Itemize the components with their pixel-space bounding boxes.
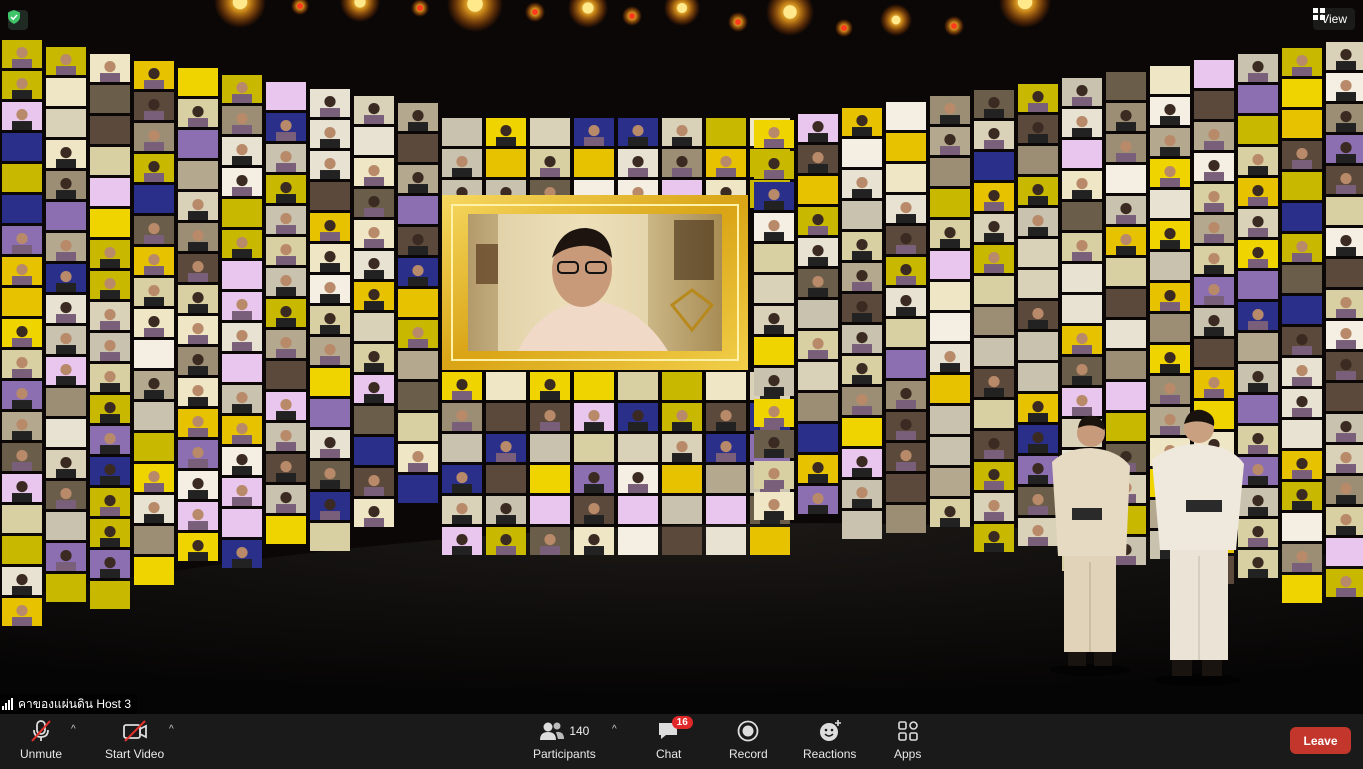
reactions-button[interactable]: Reactions (803, 718, 856, 761)
video-off-icon (122, 720, 147, 742)
participants-label: Participants (533, 747, 596, 761)
start-video-button[interactable]: Start Video (105, 718, 164, 761)
speaker-name: คาของแผ่นดิน Host 3 (18, 696, 132, 711)
meeting-toolbar: Unmute ^ Start Video ^ 140 Participants … (0, 714, 1363, 769)
leave-button[interactable]: Leave (1290, 727, 1351, 754)
participants-count: 140 (569, 724, 590, 738)
security-shield-icon[interactable] (8, 10, 28, 30)
signal-icon (2, 698, 13, 710)
record-label: Record (729, 747, 768, 761)
reactions-icon (819, 720, 841, 741)
view-grid-icon (1313, 8, 1326, 20)
video-options-caret[interactable]: ^ (169, 724, 174, 735)
chat-badge: 16 (671, 716, 693, 729)
shield-icon (8, 10, 20, 24)
apps-button[interactable]: Apps (894, 718, 921, 761)
speaker-name-tag: คาของแผ่นดิน Host 3 (0, 694, 138, 714)
unmute-label: Unmute (20, 747, 63, 761)
participants-button[interactable]: 140 Participants (533, 718, 596, 761)
apps-icon (897, 721, 918, 741)
main-speaker-frame (442, 195, 748, 370)
virtual-hall-scene (0, 0, 1363, 714)
view-button[interactable]: View (1313, 8, 1355, 30)
start-video-label: Start Video (105, 747, 165, 761)
chat-button[interactable]: 16 Chat (656, 716, 693, 761)
video-stage: View คาของแผ่นดิน Host 3 (0, 0, 1363, 714)
audio-options-caret[interactable]: ^ (71, 724, 76, 735)
unmute-button[interactable]: Unmute (20, 718, 62, 761)
record-icon (737, 720, 759, 742)
record-button[interactable]: Record (729, 718, 768, 761)
participants-options-caret[interactable]: ^ (612, 724, 617, 735)
apps-label: Apps (894, 747, 922, 761)
reactions-label: Reactions (803, 747, 857, 761)
chat-label: Chat (656, 747, 682, 761)
mic-muted-icon (31, 720, 51, 742)
participants-icon (540, 722, 565, 740)
